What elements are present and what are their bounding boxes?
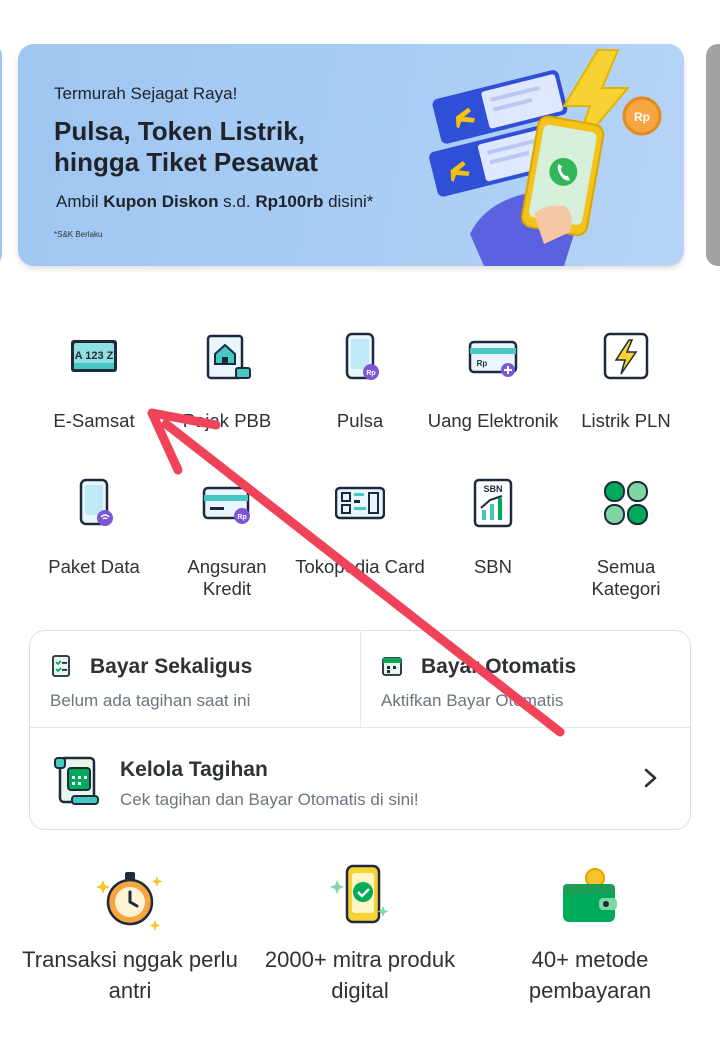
category-e-samsat[interactable]: A 123 Z E-Samsat	[28, 326, 160, 456]
bill-subtitle: Aktifkan Bayar Otomatis	[381, 691, 564, 710]
category-label: SBN	[473, 556, 513, 577]
tickets-phone-illustration: Rp	[429, 49, 662, 266]
category-label: E-Samsat	[53, 410, 135, 431]
previous-banner-peek[interactable]	[0, 44, 2, 266]
chevron-right-icon	[644, 768, 657, 788]
bill-title: Bayar Otomatis	[421, 655, 577, 678]
svg-text:Rp: Rp	[237, 514, 246, 521]
feature-text: 2000+ mitra produk digital	[264, 947, 456, 1003]
category-label: Pulsa	[336, 410, 384, 431]
feature-text: Transaksi nggak perlu antri	[22, 947, 238, 1003]
all-categories-icon	[604, 481, 648, 525]
svg-text:A 123 Z: A 123 Z	[75, 350, 114, 362]
category-angsuran-kredit[interactable]: Rp Angsuran Kredit	[161, 472, 293, 602]
bill-title: Bayar Sekaligus	[90, 655, 253, 678]
category-tokopedia-card[interactable]: Tokopedia Card	[294, 472, 426, 602]
category-label: Pajak PBB	[182, 410, 272, 431]
phone-rp-icon: Rp	[345, 332, 379, 380]
svg-text:Rp: Rp	[477, 359, 488, 368]
category-label: Semua Kategori	[591, 556, 661, 599]
bayar-otomatis-button[interactable]: Bayar Otomatis Aktifkan Bayar Otomatis	[360, 631, 690, 727]
wallet-icon	[563, 868, 617, 922]
bill-subtitle: Belum ada tagihan saat ini	[50, 691, 251, 710]
category-sbn[interactable]: SBN SBN	[427, 472, 559, 602]
category-label: Tokopedia Card	[295, 556, 425, 577]
promo-carousel[interactable]: Termurah Sejagat Raya! Pulsa, Token List…	[0, 0, 720, 290]
bayar-sekaligus-button[interactable]: Bayar Sekaligus Belum ada tagihan saat i…	[30, 631, 360, 727]
house-scroll-icon	[206, 334, 251, 380]
svg-text:Rp: Rp	[634, 110, 650, 124]
category-uang-elektronik[interactable]: Rp Uang Elektronik	[427, 326, 559, 456]
svg-text:SBN: SBN	[483, 484, 502, 494]
license-plate-icon: A 123 Z	[71, 340, 117, 372]
checklist-icon	[52, 655, 70, 677]
kelola-title: Kelola Tagihan	[120, 758, 268, 781]
promo-banner[interactable]: Termurah Sejagat Raya! Pulsa, Token List…	[18, 44, 684, 266]
phone-badge-icon	[330, 864, 389, 924]
category-label: Listrik PLN	[581, 410, 671, 431]
banner-fineprint: *S&K Berlaku	[54, 230, 103, 239]
qr-card-icon	[335, 486, 385, 520]
kelola-tagihan-row[interactable]: Kelola Tagihan Cek tagihan dan Bayar Oto…	[30, 727, 690, 829]
category-semua-kategori[interactable]: Semua Kategori	[560, 472, 692, 602]
category-label: Uang Elektronik	[427, 410, 559, 431]
svg-text:Rp: Rp	[366, 370, 375, 377]
banner-eyebrow: Termurah Sejagat Raya!	[54, 84, 238, 103]
category-label: Angsuran Kredit	[187, 556, 267, 599]
feature-payment-methods: 40+ metode pembayaran	[480, 862, 700, 1006]
category-listrik-pln[interactable]: Listrik PLN	[560, 326, 692, 456]
bill-card: Bayar Sekaligus Belum ada tagihan saat i…	[29, 630, 691, 830]
next-banner-peek[interactable]	[706, 44, 720, 266]
lightning-icon	[603, 332, 649, 380]
stopwatch-icon	[96, 872, 163, 931]
category-pulsa[interactable]: Rp Pulsa	[294, 326, 426, 456]
credit-card-icon: Rp	[202, 486, 250, 524]
feature-digital-partners: 2000+ mitra produk digital	[250, 862, 470, 1006]
feature-text: 40+ metode pembayaran	[528, 947, 652, 1003]
calendar-icon	[382, 657, 402, 676]
phone-wifi-icon	[79, 478, 113, 526]
banner-headline: Pulsa, Token Listrik, hingga Tiket Pesaw…	[54, 116, 318, 177]
sbn-chart-icon: SBN	[473, 478, 513, 528]
kelola-subtitle: Cek tagihan dan Bayar Otomatis di sini!	[120, 790, 419, 809]
category-label: Paket Data	[48, 556, 140, 577]
bill-calendar-icon	[54, 756, 99, 805]
emoney-card-icon: Rp	[468, 340, 518, 377]
feature-no-queue: Transaksi nggak perlu antri	[20, 862, 240, 1006]
category-paket-data[interactable]: Paket Data	[28, 472, 160, 602]
category-pajak-pbb[interactable]: Pajak PBB	[161, 326, 293, 456]
banner-offer: Ambil Kupon Diskon s.d. Rp100rb disini*	[56, 192, 374, 211]
